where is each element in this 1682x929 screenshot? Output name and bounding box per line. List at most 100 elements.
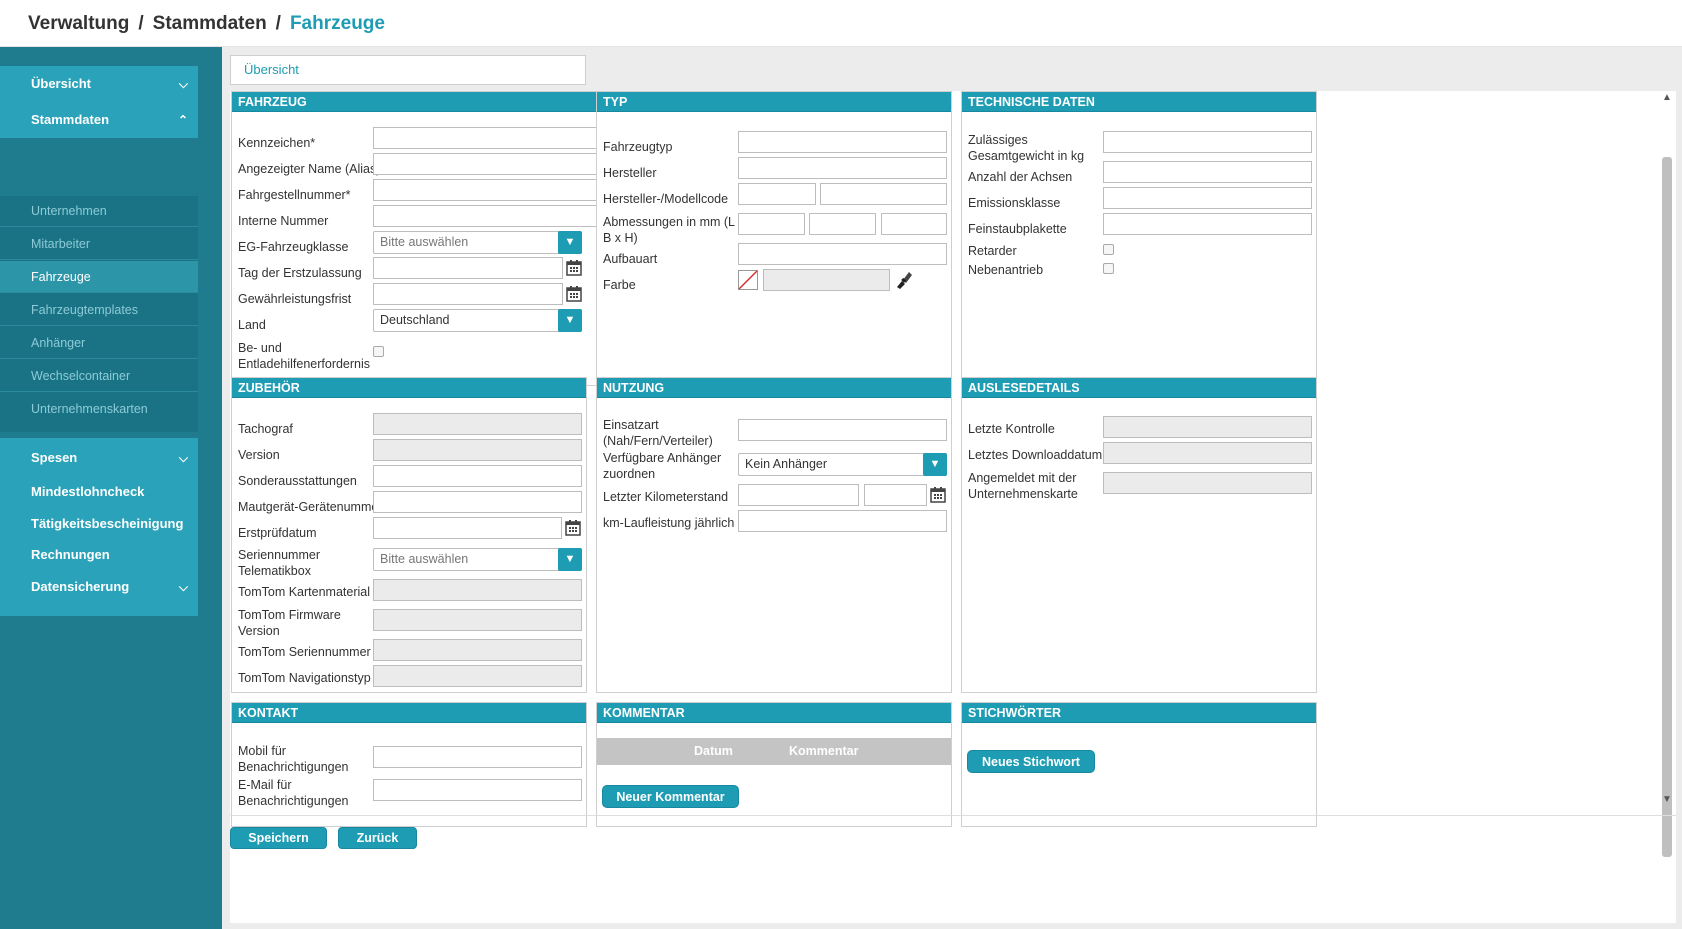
sidebar-item-datensicherung[interactable]: Datensicherung ⌵ — [0, 569, 198, 605]
hersteller-input[interactable] — [738, 157, 947, 179]
sidebar-item-wechselcontainer[interactable]: Wechselcontainer — [0, 360, 198, 392]
tomtom-firmware-input[interactable] — [373, 609, 582, 631]
label-version: Version — [238, 448, 280, 462]
chevron-down-icon[interactable]: ▼ — [558, 231, 582, 254]
label-letztes-downloaddatum: Letztes Downloaddatum — [968, 448, 1103, 462]
version-input[interactable] — [373, 439, 582, 461]
chevron-up-icon: ⌃ — [177, 113, 188, 127]
label-modellcode: Hersteller-/Modellcode — [603, 192, 729, 206]
new-keyword-button[interactable]: Neues Stichwort — [967, 750, 1095, 773]
chevron-down-icon[interactable]: ▼ — [923, 453, 947, 476]
sidebar-item-spesen[interactable]: Spesen ⌵ — [0, 440, 198, 476]
fahrgestellnummer-input[interactable] — [373, 179, 599, 201]
interne-nummer-input[interactable] — [373, 205, 599, 227]
tab-uebersicht[interactable]: Übersicht — [230, 55, 586, 85]
alias-input[interactable] — [373, 153, 599, 175]
email-input[interactable] — [373, 779, 582, 801]
column-kommentar[interactable]: Kommentar — [789, 744, 858, 758]
breadcrumb-verwaltung[interactable]: Verwaltung — [28, 13, 129, 34]
sidebar: Übersicht ⌵ Stammdaten ⌃ Unternehmen Mit… — [0, 47, 222, 929]
kilometerstand-datum-input[interactable] — [864, 484, 927, 506]
calendar-icon[interactable] — [565, 519, 581, 536]
nebenantrieb-checkbox[interactable] — [1103, 263, 1114, 274]
chevron-down-icon[interactable]: ▼ — [558, 548, 582, 571]
einsatzart-input[interactable] — [738, 419, 947, 441]
tomtom-kartenmaterial-input[interactable] — [373, 579, 582, 601]
letzte-kontrolle-input[interactable] — [1103, 416, 1312, 438]
select-placeholder: Bitte auswählen — [380, 552, 469, 566]
sidebar-item-uebersicht[interactable]: Übersicht ⌵ — [0, 66, 198, 102]
sidebar-item-rechnungen[interactable]: Rechnungen — [0, 540, 198, 570]
no-color-swatch[interactable] — [738, 270, 758, 290]
hoehe-input[interactable] — [881, 213, 947, 235]
chevron-down-icon[interactable]: ▼ — [558, 309, 582, 332]
letztes-downloaddatum-input[interactable] — [1103, 442, 1312, 464]
be-entladehilfe-checkbox[interactable] — [373, 346, 384, 357]
tomtom-seriennummer-input[interactable] — [373, 639, 582, 661]
label-einsatzart: Einsatzart (Nah/Fern/Verteiler) — [603, 418, 713, 448]
breadcrumb-separator: / — [138, 13, 144, 34]
calendar-icon[interactable] — [566, 259, 582, 276]
calendar-icon[interactable] — [930, 486, 946, 503]
label-tomtom-navigationstyp: TomTom Navigationstyp — [238, 671, 371, 685]
tomtom-navigationstyp-input[interactable] — [373, 665, 582, 687]
tachograf-input[interactable] — [373, 413, 582, 435]
erstpruefdatum-input[interactable] — [373, 517, 562, 539]
hersteller-code-input[interactable] — [738, 183, 816, 205]
sidebar-item-unternehmen[interactable]: Unternehmen — [0, 195, 198, 227]
mobil-input[interactable] — [373, 746, 582, 768]
sidebar-item-unternehmenskarten[interactable]: Unternehmenskarten — [0, 393, 198, 425]
scroll-down-arrow[interactable]: ▼ — [1659, 793, 1675, 807]
label-tomtom-kartenmaterial: TomTom Kartenmaterial — [238, 585, 370, 599]
kennzeichen-input[interactable] — [373, 127, 599, 149]
label-angemeldet-unternehmenskarte: Angemeldet mit der Unternehmenskarte — [968, 471, 1078, 501]
laufleistung-input[interactable] — [738, 510, 947, 532]
new-comment-button[interactable]: Neuer Kommentar — [602, 785, 739, 808]
eg-fahrzeugklasse-select[interactable]: Bitte auswählen ▼ — [373, 231, 582, 254]
gewaehrleistungsfrist-input[interactable] — [373, 283, 563, 305]
sidebar-item-mindestlohncheck[interactable]: Mindestlohncheck — [0, 477, 198, 507]
scroll-up-arrow[interactable]: ▲ — [1659, 91, 1675, 105]
retarder-checkbox[interactable] — [1103, 244, 1114, 255]
paint-brush-icon[interactable] — [894, 270, 914, 290]
card-zubehoer: ZUBEHÖR Tachograf Version Sonderausstatt… — [231, 377, 587, 693]
sidebar-item-stammdaten[interactable]: Stammdaten ⌃ — [0, 102, 198, 138]
land-select[interactable]: Deutschland ▼ — [373, 309, 582, 332]
gesamtgewicht-input[interactable] — [1103, 131, 1312, 153]
back-button[interactable]: Zurück — [338, 827, 417, 849]
laenge-input[interactable] — [738, 213, 805, 235]
label-fahrzeugtyp: Fahrzeugtyp — [603, 140, 673, 154]
aufbauart-input[interactable] — [738, 243, 947, 265]
sidebar-item-fahrzeugtemplates[interactable]: Fahrzeugtemplates — [0, 294, 198, 326]
seriennummer-telematikbox-select[interactable]: Bitte auswählen ▼ — [373, 548, 582, 571]
kilometerstand-input[interactable] — [738, 484, 859, 506]
sidebar-item-anhaenger[interactable]: Anhänger — [0, 327, 198, 359]
calendar-icon[interactable] — [566, 285, 582, 302]
achsen-input[interactable] — [1103, 161, 1312, 183]
column-datum[interactable]: Datum — [694, 744, 733, 758]
chevron-down-icon: ⌵ — [178, 77, 188, 91]
angemeldet-unternehmenskarte-input[interactable] — [1103, 472, 1312, 494]
farbe-input[interactable] — [763, 269, 890, 291]
fahrzeugtyp-input[interactable] — [738, 131, 947, 153]
emissionsklasse-input[interactable] — [1103, 187, 1312, 209]
erstzulassung-input[interactable] — [373, 257, 563, 279]
mautgeraet-input[interactable] — [373, 491, 582, 513]
sonderausstattungen-input[interactable] — [373, 465, 582, 487]
card-stichwoerter: STICHWÖRTER Neues Stichwort — [961, 702, 1317, 827]
vertical-scrollbar[interactable]: ▲ ▼ — [1659, 91, 1675, 909]
save-button[interactable]: Speichern — [230, 827, 327, 849]
chevron-down-icon: ⌵ — [178, 451, 188, 465]
sidebar-item-taetigkeitsbescheinigung[interactable]: Tätigkeitsbescheinigung — [0, 509, 198, 539]
modellcode-input[interactable] — [820, 183, 947, 205]
scroll-area[interactable]: FAHRZEUG Kennzeichen* Angezeigter Name (… — [230, 91, 1654, 909]
breite-input[interactable] — [809, 213, 876, 235]
sidebar-item-mitarbeiter[interactable]: Mitarbeiter — [0, 228, 198, 260]
anhaenger-select[interactable]: Kein Anhänger ▼ — [738, 453, 947, 476]
card-title: TECHNISCHE DATEN — [962, 92, 1316, 112]
sidebar-item-fahrzeuge[interactable]: Fahrzeuge — [0, 261, 198, 293]
breadcrumb-stammdaten[interactable]: Stammdaten — [153, 13, 267, 34]
feinstaubplakette-input[interactable] — [1103, 213, 1312, 235]
sidebar-item-label: Spesen — [31, 450, 78, 465]
scroll-thumb[interactable] — [1662, 157, 1672, 857]
